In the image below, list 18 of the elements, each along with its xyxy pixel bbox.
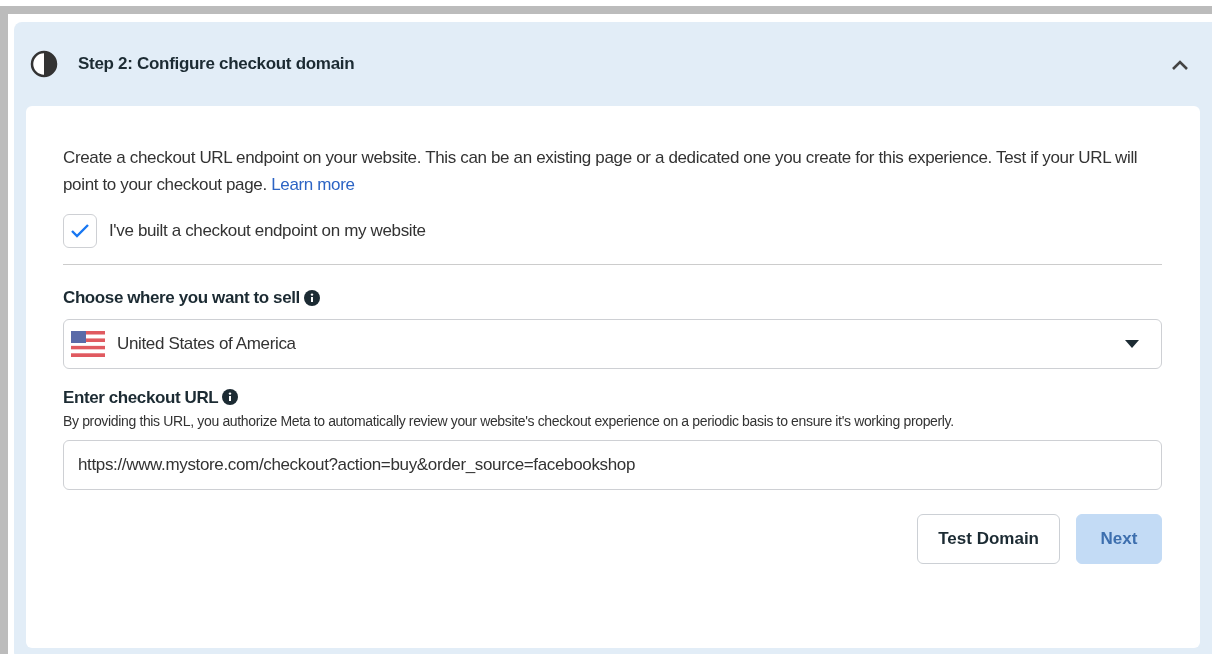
caret-icon xyxy=(1125,339,1139,348)
country-dropdown[interactable]: United States of America xyxy=(63,318,1162,369)
help-text: By providing this URL, you authorize Meta to automatically review your website's checkout experience on a periodic basis to ensure it's working properly. xyxy=(63,412,955,431)
chevron-icon xyxy=(1172,59,1188,70)
learn-more-link[interactable]: Learn more xyxy=(271,175,355,194)
info-icon xyxy=(222,389,239,406)
checkbox[interactable] xyxy=(63,214,97,248)
step-title: Step 2: Configure checkout domain xyxy=(78,53,355,76)
field-label: Choose where you want to sell xyxy=(63,287,300,309)
info-icon xyxy=(303,289,320,306)
test-domain-button[interactable]: Test Domain xyxy=(917,514,1060,564)
field-label: Enter checkout URL xyxy=(63,386,219,409)
url-field[interactable]: https://www.mystore.com/checkout?action=buy&order_source=facebookshop xyxy=(63,440,1162,490)
step-status-icon xyxy=(30,50,58,78)
flag-icon xyxy=(71,330,105,357)
checkbox-label: I've built a checkout endpoint on my website xyxy=(109,220,426,243)
intro-text: Create a checkout URL endpoint on your website. This can be an existing page or a dedicated one you create for this experience. Test if your URL will point to your checkout page. Learn more xyxy=(63,147,1139,196)
checkmark-icon xyxy=(71,224,89,238)
